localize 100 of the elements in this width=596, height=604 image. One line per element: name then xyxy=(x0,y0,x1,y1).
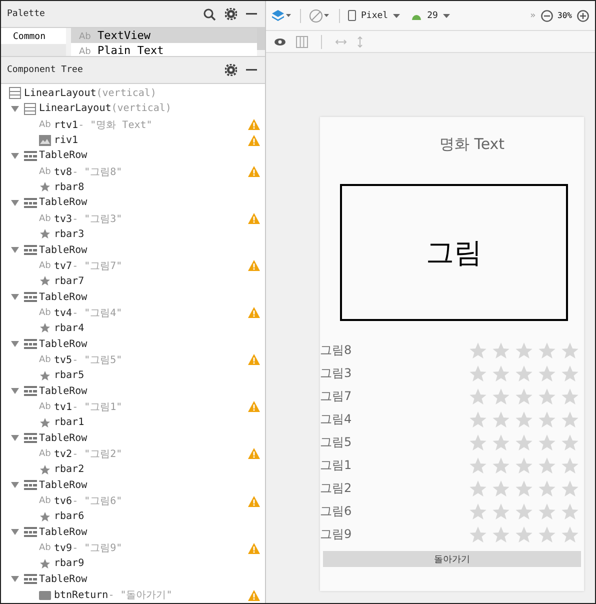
tree-item[interactable]: rbar5 xyxy=(54,370,84,382)
tree-item[interactable]: tv7- "그림7" xyxy=(54,258,122,273)
minimize-icon[interactable] xyxy=(246,12,257,16)
expand-arrow-icon[interactable] xyxy=(11,482,19,488)
star-icon[interactable] xyxy=(491,410,511,430)
tree-item[interactable]: LinearLayout(vertical) xyxy=(24,88,156,99)
tree-item[interactable]: tv3- "그림3" xyxy=(54,212,122,226)
star-icon[interactable] xyxy=(560,364,580,384)
star-icon[interactable] xyxy=(468,502,488,522)
device-dropdown[interactable]: Pixel xyxy=(361,10,388,20)
horizontal-arrow-icon[interactable] xyxy=(335,38,347,44)
star-icon[interactable] xyxy=(560,524,580,544)
star-icon[interactable] xyxy=(537,478,557,498)
warning-icon[interactable] xyxy=(248,542,260,554)
caret-icon[interactable] xyxy=(393,14,400,18)
star-icon[interactable] xyxy=(491,340,511,360)
tree-item[interactable]: rbar8 xyxy=(54,182,84,193)
tree-item[interactable]: tv6- "그림6" xyxy=(54,494,122,508)
warning-icon[interactable] xyxy=(248,354,260,366)
star-icon[interactable] xyxy=(468,340,488,360)
star-icon[interactable] xyxy=(537,340,557,360)
tree-item[interactable]: TableRow xyxy=(39,338,88,350)
search-icon[interactable] xyxy=(203,8,216,21)
expand-arrow-icon[interactable] xyxy=(11,200,19,206)
columns-icon[interactable] xyxy=(296,36,308,48)
star-icon[interactable] xyxy=(537,502,557,522)
star-icon[interactable] xyxy=(537,524,557,544)
star-icon[interactable] xyxy=(491,364,511,384)
tree-item[interactable]: tv2- "그림2" xyxy=(54,446,122,461)
star-icon[interactable] xyxy=(537,456,557,476)
star-icon[interactable] xyxy=(491,456,511,476)
star-icon[interactable] xyxy=(491,432,511,452)
tree-item[interactable]: tv8- "그림8" xyxy=(54,164,122,179)
tree-item[interactable]: rtv1- "명화 Text" xyxy=(54,118,152,132)
expand-arrow-icon[interactable] xyxy=(11,341,19,348)
star-icon[interactable] xyxy=(468,456,488,476)
tree-item[interactable]: TableRow xyxy=(39,480,88,491)
tree-item[interactable]: TableRow xyxy=(39,292,88,303)
tree-item[interactable]: TableRow xyxy=(39,150,88,162)
minimize-icon[interactable] xyxy=(246,68,257,72)
tree-item[interactable]: TableRow xyxy=(39,574,88,585)
star-icon[interactable] xyxy=(468,410,488,430)
zoom-in-icon[interactable] xyxy=(577,10,589,22)
warning-icon[interactable] xyxy=(248,448,260,460)
eye-icon[interactable] xyxy=(274,38,286,46)
star-icon[interactable] xyxy=(468,478,488,498)
tree-item[interactable]: LinearLayout(vertical) xyxy=(39,103,172,114)
warning-icon[interactable] xyxy=(248,260,260,272)
star-icon[interactable] xyxy=(560,502,580,522)
tree-item[interactable]: btnReturn- "돌아가기" xyxy=(54,588,172,602)
warning-icon[interactable] xyxy=(248,401,260,412)
tree-item[interactable]: tv1- "그림1" xyxy=(54,400,122,414)
star-icon[interactable] xyxy=(491,386,511,406)
star-icon[interactable] xyxy=(468,364,488,384)
star-icon[interactable] xyxy=(514,386,534,406)
star-icon[interactable] xyxy=(491,524,511,544)
return-button[interactable]: 돌아가기 xyxy=(323,551,581,567)
star-icon[interactable] xyxy=(468,432,488,452)
warning-icon[interactable] xyxy=(248,590,260,601)
api-level-dropdown[interactable]: 29 xyxy=(427,10,438,20)
zoom-out-icon[interactable] xyxy=(540,10,553,22)
tree-item[interactable]: riv1 xyxy=(54,134,78,146)
star-icon[interactable] xyxy=(537,410,557,430)
tree-item[interactable]: rbar1 xyxy=(54,417,84,428)
star-icon[interactable] xyxy=(514,524,534,544)
star-icon[interactable] xyxy=(514,340,534,360)
tree-item[interactable]: TableRow xyxy=(39,432,88,444)
tree-item[interactable]: rbar4 xyxy=(54,322,84,334)
star-icon[interactable] xyxy=(560,340,580,360)
star-icon[interactable] xyxy=(514,364,534,384)
settings-icon[interactable] xyxy=(225,8,237,20)
tree-item[interactable]: rbar6 xyxy=(54,511,84,522)
layers-icon[interactable] xyxy=(272,10,292,22)
star-icon[interactable] xyxy=(514,432,534,452)
warning-icon[interactable] xyxy=(248,307,260,318)
settings-icon[interactable] xyxy=(225,64,237,76)
star-icon[interactable] xyxy=(560,410,580,430)
expand-arrow-icon[interactable] xyxy=(11,106,19,112)
warning-icon[interactable] xyxy=(248,166,260,178)
tree-item[interactable]: rbar9 xyxy=(54,558,84,570)
scrollbar[interactable] xyxy=(257,28,265,50)
warning-icon[interactable] xyxy=(248,119,260,130)
tree-item[interactable]: TableRow xyxy=(39,244,88,256)
star-icon[interactable] xyxy=(491,502,511,522)
star-icon[interactable] xyxy=(537,386,557,406)
warning-icon[interactable] xyxy=(248,213,260,224)
tree-item[interactable]: TableRow xyxy=(39,197,88,208)
expand-arrow-icon[interactable] xyxy=(11,388,19,394)
category-tab[interactable]: Common xyxy=(1,28,66,44)
star-icon[interactable] xyxy=(560,432,580,452)
star-icon[interactable] xyxy=(537,432,557,452)
tree-item[interactable]: rbar3 xyxy=(54,228,84,240)
caret-icon[interactable] xyxy=(442,14,450,18)
expand-arrow-icon[interactable] xyxy=(11,294,19,300)
star-icon[interactable] xyxy=(514,456,534,476)
star-icon[interactable] xyxy=(537,364,557,384)
expand-arrow-icon[interactable] xyxy=(11,576,19,582)
tree-item[interactable]: TableRow xyxy=(39,386,88,397)
warning-icon[interactable] xyxy=(248,496,260,507)
star-icon[interactable] xyxy=(560,386,580,406)
